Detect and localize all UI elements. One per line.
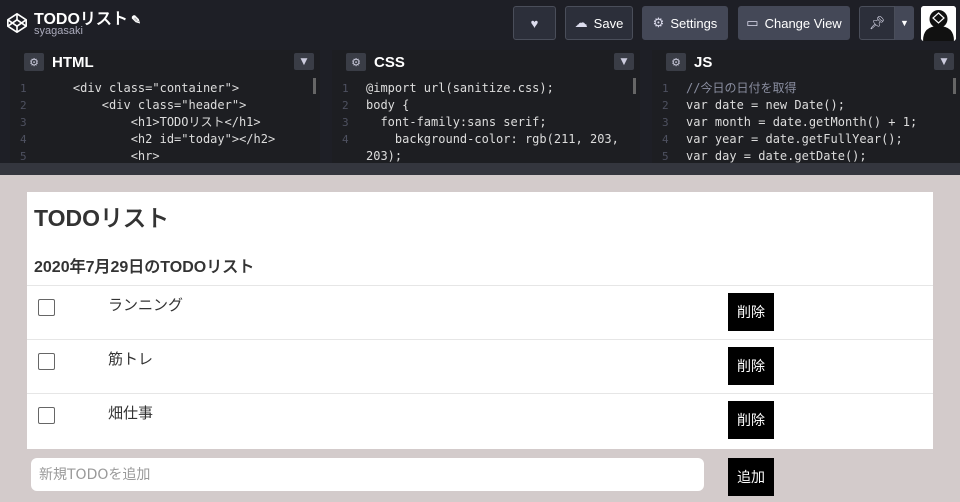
line-number: 2	[662, 99, 669, 112]
css-editor-header: ⚙ CSS ▼	[332, 50, 640, 74]
line-number	[332, 148, 366, 163]
save-button[interactable]: ☁ Save	[565, 6, 633, 40]
todo-checkbox[interactable]	[38, 353, 55, 370]
js-editor-label: JS	[694, 53, 713, 71]
code-line[interactable]: 203);	[366, 148, 402, 163]
css-code[interactable]: 1 @import url(sanitize.css); 2 body { 3 fo…	[332, 74, 640, 163]
code-line[interactable]: <div class="container">	[44, 80, 239, 97]
user-avatar[interactable]	[921, 6, 956, 41]
code-line[interactable]: var day = date.getDate();	[686, 148, 867, 163]
code-line[interactable]: body {	[366, 97, 409, 114]
heart-icon: ♥	[530, 15, 539, 31]
todo-text: 筋トレ	[108, 350, 154, 368]
code-line[interactable]: <div class="header">	[44, 97, 247, 114]
todo-checkbox[interactable]	[38, 299, 55, 316]
page-title: TODOリスト	[34, 205, 170, 231]
delete-button[interactable]: 削除	[728, 347, 774, 385]
js-code[interactable]: 1 //今日の日付を取得 2 var date = new Date(); 3 var…	[652, 74, 960, 163]
edit-pencil-icon[interactable]: ✎	[131, 13, 141, 27]
heart-button[interactable]: ♥	[513, 6, 556, 40]
js-collapse-chevron-icon[interactable]: ▼	[934, 53, 954, 70]
html-editor-pane[interactable]: ⚙ HTML ▼ 1 <div class="container"> 2 <di…	[10, 50, 320, 163]
line-number: 1	[20, 82, 27, 95]
code-line[interactable]: //今日の日付を取得	[686, 80, 796, 97]
line-number: 5	[20, 150, 27, 163]
line-number: 5	[662, 150, 669, 163]
cloud-icon: ☁	[574, 15, 588, 30]
css-scrollbar[interactable]	[633, 78, 636, 94]
todo-row: 畑仕事 削除	[27, 394, 933, 448]
editor-resize-bar[interactable]	[0, 163, 960, 175]
change-view-label: Change View	[764, 15, 842, 31]
avatar-image	[921, 6, 956, 41]
line-number: 4	[662, 133, 669, 146]
codepen-logo-icon[interactable]	[6, 12, 28, 34]
js-scrollbar[interactable]	[953, 78, 956, 94]
pin-button[interactable]: 📌︎	[859, 6, 895, 40]
gear-icon: ⚙	[652, 15, 665, 30]
js-editor-header: ⚙ JS ▼	[652, 50, 960, 74]
html-code[interactable]: 1 <div class="container"> 2 <div class="…	[10, 74, 320, 163]
code-line[interactable]: <h2 id="today"></h2>	[44, 131, 276, 148]
delete-button[interactable]: 削除	[728, 401, 774, 439]
todo-checkbox[interactable]	[38, 407, 55, 424]
add-button[interactable]: 追加	[728, 458, 774, 496]
css-editor-label: CSS	[374, 53, 405, 71]
css-collapse-chevron-icon[interactable]: ▼	[614, 53, 634, 70]
line-number: 2	[342, 99, 349, 112]
author-name[interactable]: syagasaki	[34, 25, 83, 37]
css-editor-pane[interactable]: ⚙ CSS ▼ 1 @import url(sanitize.css); 2 bod…	[332, 50, 640, 163]
result-preview: TODOリスト 2020年7月29日のTODOリスト ランニング 削除 筋トレ …	[0, 175, 960, 502]
new-todo-input[interactable]	[31, 458, 704, 491]
delete-button[interactable]: 削除	[728, 293, 774, 331]
todo-row: 筋トレ 削除	[27, 340, 933, 394]
html-editor-header: ⚙ HTML ▼	[10, 50, 320, 74]
line-number: 4	[20, 133, 27, 146]
todo-container: TODOリスト 2020年7月29日のTODOリスト ランニング 削除 筋トレ …	[27, 192, 933, 449]
code-line[interactable]: <hr>	[44, 148, 160, 163]
change-view-button[interactable]: ▭ Change View	[738, 6, 850, 40]
code-line[interactable]: var date = new Date();	[686, 97, 845, 114]
html-settings-gear-icon[interactable]: ⚙	[24, 53, 44, 71]
todo-row: ランニング 削除	[27, 286, 933, 340]
editor-area: ⚙ HTML ▼ 1 <div class="container"> 2 <di…	[0, 47, 960, 175]
todo-text: ランニング	[108, 296, 184, 314]
line-number: 3	[20, 116, 27, 129]
save-label: Save	[593, 15, 624, 31]
line-number: 3	[342, 116, 349, 129]
css-settings-gear-icon[interactable]: ⚙	[346, 53, 366, 71]
line-number: 1	[342, 82, 349, 95]
chevron-down-icon: ▼	[900, 18, 909, 28]
today-heading: 2020年7月29日のTODOリスト	[34, 259, 255, 276]
todo-text: 畑仕事	[108, 404, 154, 422]
layout-icon: ▭	[746, 15, 759, 30]
code-line[interactable]: font-family:sans serif;	[366, 114, 546, 131]
html-editor-label: HTML	[52, 53, 94, 71]
code-line[interactable]: <h1>TODOリスト</h1>	[44, 114, 261, 131]
line-number: 2	[20, 99, 27, 112]
line-number: 4	[342, 133, 349, 146]
pin-icon: 📌︎	[868, 15, 886, 30]
html-collapse-chevron-icon[interactable]: ▼	[294, 53, 314, 70]
pin-dropdown-button[interactable]: ▼	[895, 6, 914, 40]
top-bar: TODOリスト ✎ syagasaki ♥ ☁ Save ⚙ Settings ▭…	[0, 0, 960, 47]
js-editor-pane[interactable]: ⚙ JS ▼ 1 //今日の日付を取得 2 var date = new Date(…	[652, 50, 960, 163]
code-line[interactable]: var month = date.getMonth() + 1;	[686, 114, 917, 131]
code-line[interactable]: background-color: rgb(211, 203,	[366, 131, 619, 148]
code-line[interactable]: @import url(sanitize.css);	[366, 80, 554, 97]
js-settings-gear-icon[interactable]: ⚙	[666, 53, 686, 71]
line-number: 1	[662, 82, 669, 95]
settings-button[interactable]: ⚙ Settings	[642, 6, 728, 40]
html-scrollbar[interactable]	[313, 78, 316, 94]
code-line[interactable]: var year = date.getFullYear();	[686, 131, 903, 148]
settings-label: Settings	[670, 15, 718, 31]
line-number: 3	[662, 116, 669, 129]
